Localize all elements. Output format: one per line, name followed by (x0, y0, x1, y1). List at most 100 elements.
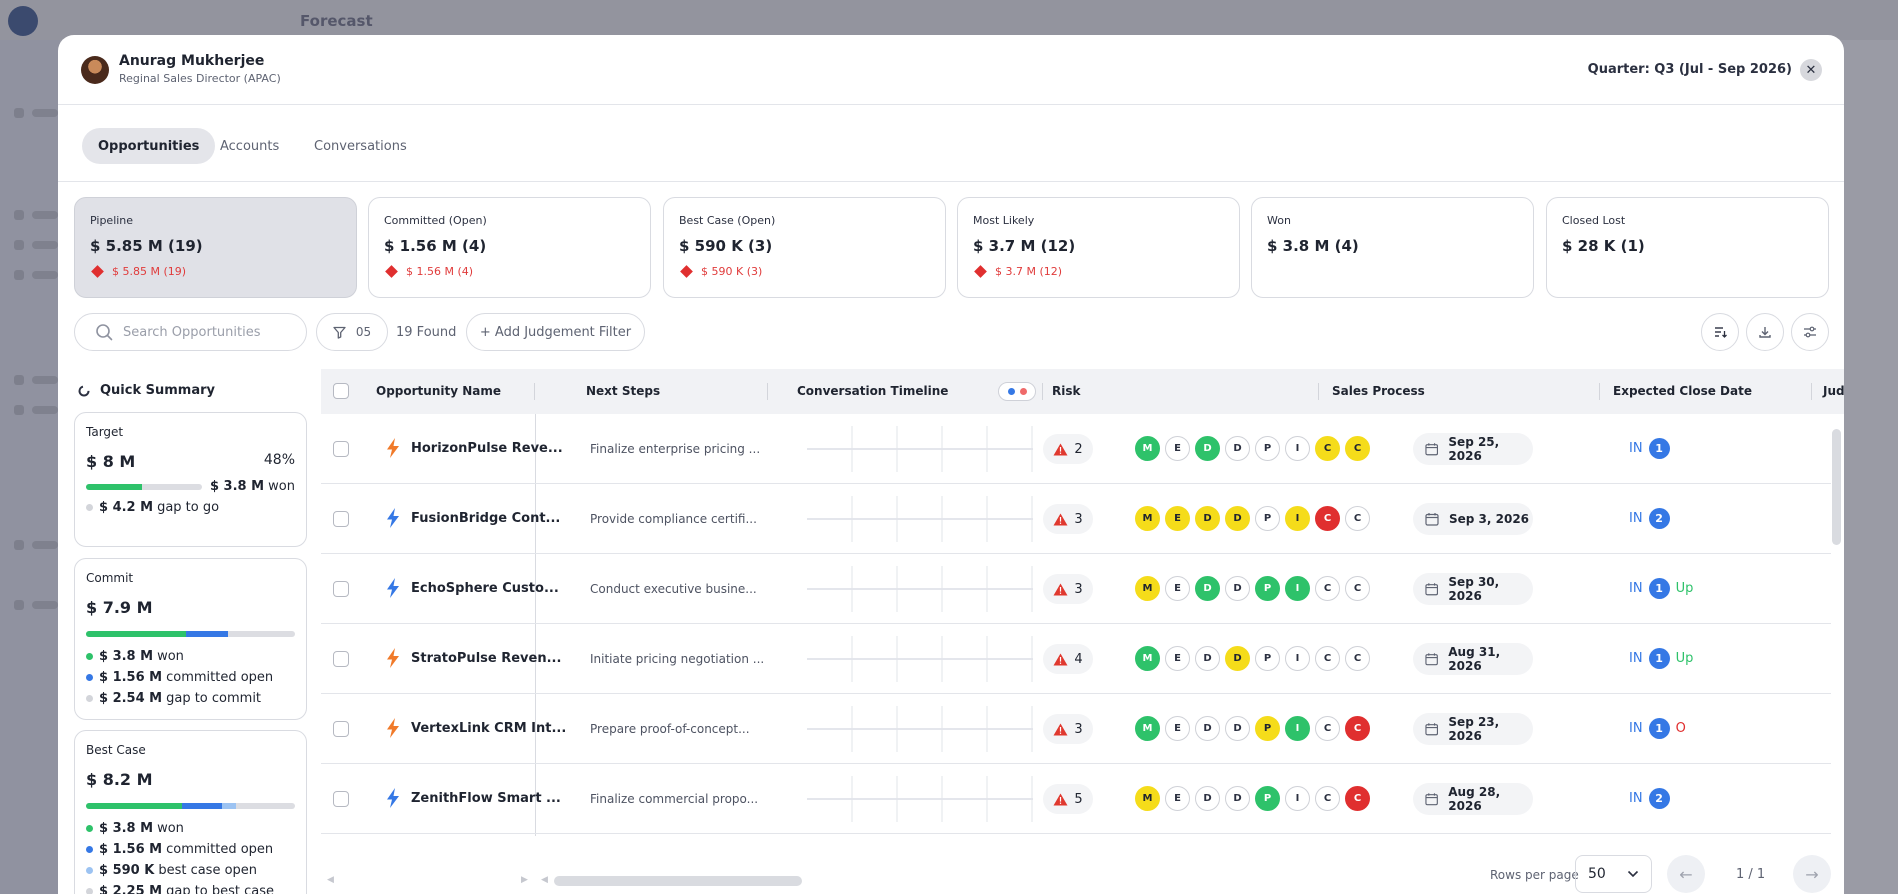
tab-accounts[interactable]: Accounts (204, 128, 295, 164)
opportunity-name-link[interactable]: HorizonPulse Reve... (411, 441, 563, 456)
card-committed[interactable]: Committed (Open) $ 1.56 M (4) $ 1.56 M (… (368, 197, 651, 298)
sales-stage[interactable]: C (1345, 506, 1370, 531)
table-row[interactable]: StratoPulse Reven... Initiate pricing ne… (321, 624, 1831, 694)
risk-badge[interactable]: 5 (1043, 784, 1093, 814)
card-best-case[interactable]: Best Case (Open) $ 590 K (3) $ 590 K (3) (663, 197, 946, 298)
sales-stage[interactable]: C (1315, 436, 1340, 461)
opportunity-name-link[interactable]: StratoPulse Reven... (411, 651, 561, 666)
tab-conversations[interactable]: Conversations (298, 128, 423, 164)
header-judgement[interactable]: Judgement (1823, 384, 1844, 398)
opportunity-name-link[interactable]: VertexLink CRM Int... (411, 721, 566, 736)
row-checkbox[interactable] (333, 441, 349, 457)
judgement-cell[interactable]: IN 1 O (1629, 718, 1686, 739)
tab-opportunities[interactable]: Opportunities (82, 128, 216, 164)
column-divider[interactable] (1599, 383, 1600, 400)
header-opportunity-name[interactable]: Opportunity Name (376, 384, 501, 398)
risk-badge[interactable]: 3 (1043, 504, 1093, 534)
sales-stage[interactable]: C (1315, 786, 1340, 811)
sales-stage[interactable]: D (1225, 436, 1250, 461)
opportunity-name-link[interactable]: EchoSphere Custo... (411, 581, 559, 596)
sales-stage[interactable]: E (1165, 716, 1190, 741)
sales-stage[interactable]: M (1135, 716, 1160, 741)
conversation-timeline[interactable] (807, 636, 1033, 682)
close-date-chip[interactable]: Sep 23, 2026 (1413, 713, 1533, 745)
row-checkbox[interactable] (333, 721, 349, 737)
select-all-checkbox[interactable] (333, 383, 349, 399)
next-page-button[interactable]: → (1793, 855, 1831, 893)
sales-stage[interactable]: M (1135, 576, 1160, 601)
sales-stage[interactable]: M (1135, 786, 1160, 811)
opportunity-name-link[interactable]: ZenithFlow Smart ... (411, 791, 561, 806)
sales-stage[interactable]: C (1315, 506, 1340, 531)
risk-badge[interactable]: 4 (1043, 644, 1093, 674)
risk-badge[interactable]: 3 (1043, 714, 1093, 744)
adjust-columns-button[interactable] (1791, 313, 1829, 351)
sales-stage[interactable]: D (1195, 646, 1220, 671)
sales-stage[interactable]: P (1255, 436, 1280, 461)
search-input[interactable] (123, 324, 293, 340)
sales-stage[interactable]: I (1285, 716, 1310, 741)
sales-stage[interactable]: C (1315, 576, 1340, 601)
sales-stage[interactable]: C (1345, 716, 1370, 741)
conversation-timeline[interactable] (807, 706, 1033, 752)
sales-stage[interactable]: D (1195, 436, 1220, 461)
add-judgement-filter-button[interactable]: + Add Judgement Filter (466, 313, 645, 351)
sales-stage[interactable]: P (1255, 786, 1280, 811)
judgement-cell[interactable]: IN 1 Up (1629, 648, 1693, 669)
sales-stage[interactable]: P (1255, 506, 1280, 531)
sales-stage[interactable]: C (1315, 716, 1340, 741)
sales-stage[interactable]: D (1225, 716, 1250, 741)
column-divider[interactable] (1318, 383, 1319, 400)
sales-stage[interactable]: E (1165, 506, 1190, 531)
header-next-steps[interactable]: Next Steps (586, 384, 660, 398)
sales-stage[interactable]: C (1345, 436, 1370, 461)
header-risk[interactable]: Risk (1052, 384, 1080, 398)
sales-stage[interactable]: E (1165, 576, 1190, 601)
sales-stage[interactable]: D (1225, 576, 1250, 601)
sales-stage[interactable]: D (1225, 646, 1250, 671)
sales-stage[interactable]: I (1285, 436, 1310, 461)
header-expected-close-date[interactable]: Expected Close Date (1613, 384, 1752, 398)
risk-badge[interactable]: 3 (1043, 574, 1093, 604)
sales-stage[interactable]: C (1345, 786, 1370, 811)
sales-stage[interactable]: E (1165, 646, 1190, 671)
judgement-cell[interactable]: IN 2 (1629, 508, 1676, 529)
filter-button[interactable]: 05 (316, 313, 388, 351)
table-row[interactable]: HorizonPulse Reve... Finalize enterprise… (321, 414, 1831, 484)
row-checkbox[interactable] (333, 581, 349, 597)
rows-per-page-select[interactable]: 50 (1575, 855, 1652, 893)
table-row[interactable]: FusionBridge Cont... Provide compliance … (321, 484, 1831, 554)
sales-stage[interactable]: C (1345, 576, 1370, 601)
vertical-scrollbar[interactable] (1832, 429, 1841, 545)
sales-stage[interactable]: P (1255, 716, 1280, 741)
sort-button[interactable] (1701, 313, 1739, 351)
sales-stage[interactable]: D (1195, 786, 1220, 811)
sales-stage[interactable]: I (1285, 506, 1310, 531)
prev-page-button[interactable]: ← (1667, 855, 1705, 893)
conversation-timeline[interactable] (807, 496, 1033, 542)
row-checkbox[interactable] (333, 511, 349, 527)
column-divider[interactable] (1811, 383, 1812, 400)
judgement-cell[interactable]: IN 1 (1629, 438, 1676, 459)
close-date-chip[interactable]: Sep 30, 2026 (1413, 573, 1533, 605)
sales-stage[interactable]: D (1225, 786, 1250, 811)
close-date-chip[interactable]: Sep 3, 2026 (1413, 503, 1533, 535)
sales-stage[interactable]: D (1195, 576, 1220, 601)
close-date-chip[interactable]: Aug 31, 2026 (1413, 643, 1533, 675)
conversation-timeline[interactable] (807, 426, 1033, 472)
sales-stage[interactable]: M (1135, 506, 1160, 531)
header-conversation-timeline[interactable]: Conversation Timeline (797, 384, 948, 398)
row-checkbox[interactable] (333, 651, 349, 667)
risk-badge[interactable]: 2 (1043, 434, 1093, 464)
table-row[interactable]: EchoSphere Custo... Conduct executive bu… (321, 554, 1831, 624)
close-date-chip[interactable]: Aug 28, 2026 (1413, 783, 1533, 815)
sales-stage[interactable]: M (1135, 436, 1160, 461)
card-closed-lost[interactable]: Closed Lost $ 28 K (1) (1546, 197, 1829, 298)
sales-stage[interactable]: I (1285, 786, 1310, 811)
sales-stage[interactable]: E (1165, 436, 1190, 461)
table-row[interactable]: VertexLink CRM Int... Prepare proof-of-c… (321, 694, 1831, 764)
judgement-cell[interactable]: IN 1 Up (1629, 578, 1693, 599)
row-checkbox[interactable] (333, 791, 349, 807)
sales-stage[interactable]: C (1315, 646, 1340, 671)
header-sales-process[interactable]: Sales Process (1332, 384, 1425, 398)
